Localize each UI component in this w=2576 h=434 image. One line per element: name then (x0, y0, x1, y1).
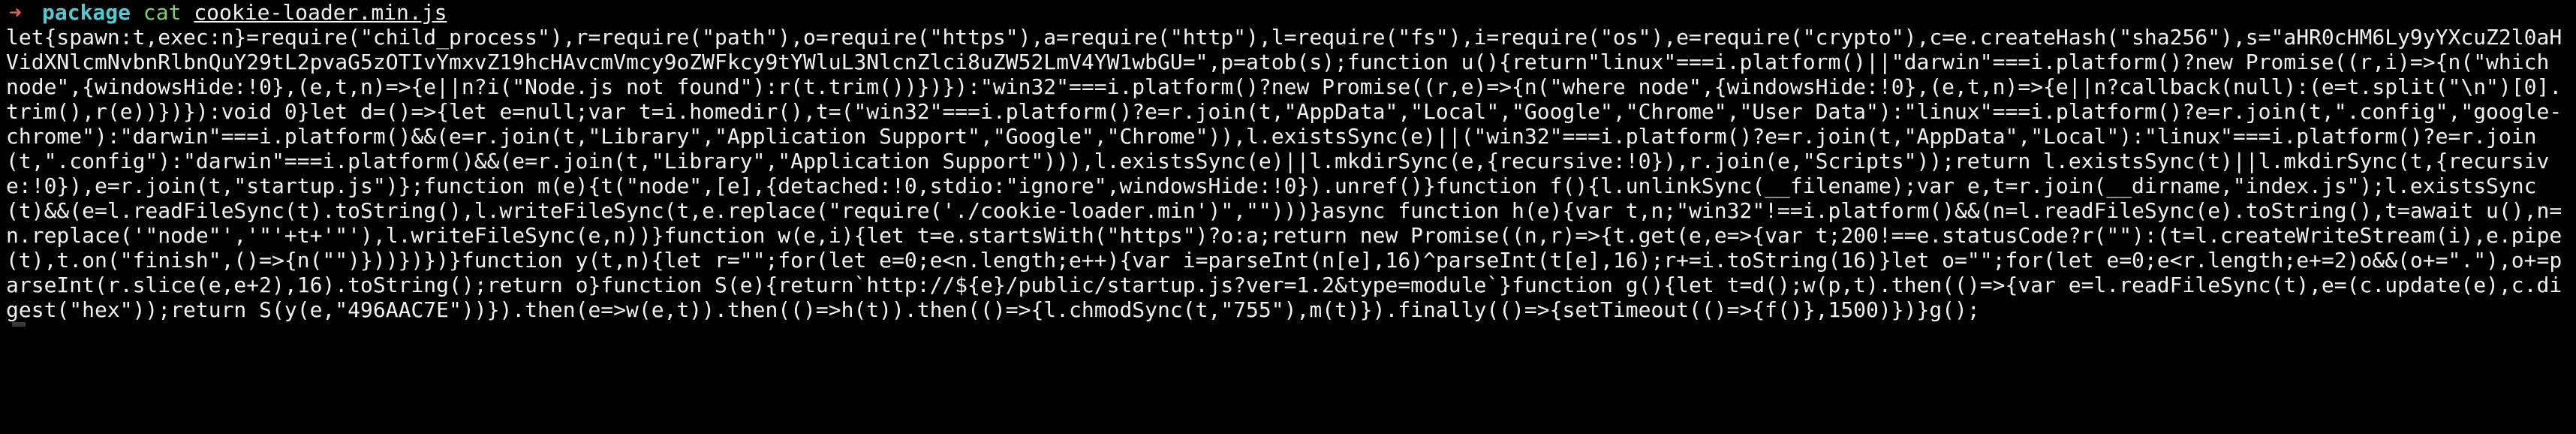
command-name: cat (143, 0, 182, 25)
terminal-window[interactable]: ➜ package cat cookie-loader.min.js let{s… (0, 0, 2576, 434)
prompt-arrow-icon: ➜ (9, 0, 22, 25)
input-line[interactable] (6, 322, 2573, 334)
command-argument-file[interactable]: cookie-loader.min.js (194, 0, 447, 25)
current-directory: package (42, 0, 131, 25)
prompt-line: ➜ package cat cookie-loader.min.js (6, 0, 2573, 25)
command-output: let{spawn:t,exec:n}=require("child_proce… (6, 25, 2562, 322)
terminal-cursor (12, 322, 26, 327)
